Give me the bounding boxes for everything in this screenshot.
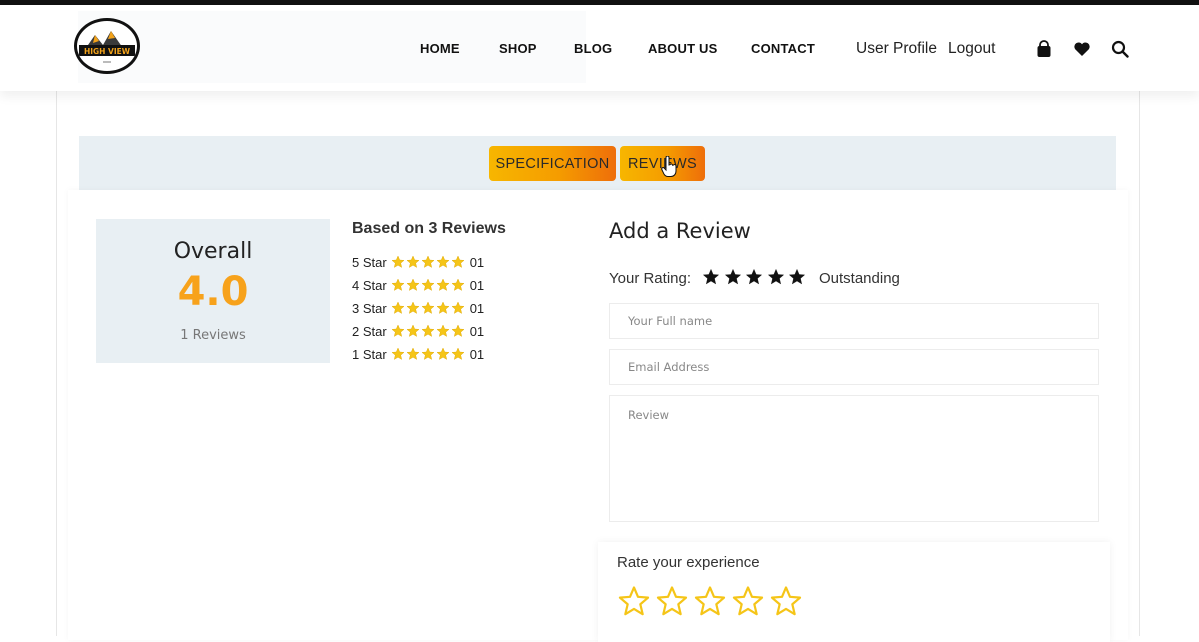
star-icon: [406, 347, 419, 360]
breakdown-row-stars: [391, 347, 466, 361]
star-icon: [406, 301, 419, 314]
breakdown-row-label: 1 Star: [352, 346, 387, 362]
breakdown-row-stars: [391, 255, 466, 269]
star-icon: [421, 255, 434, 268]
tab-specification[interactable]: SPECIFICATION: [489, 146, 616, 181]
breakdown-row-count: 01: [469, 300, 485, 316]
breakdown-row-stars: [391, 301, 466, 315]
star-outline-icon[interactable]: [769, 585, 803, 618]
email-field[interactable]: [609, 349, 1099, 385]
star-icon: [406, 255, 419, 268]
breakdown-row-count: 01: [469, 277, 485, 293]
star-icon: [451, 324, 464, 337]
breakdown-row-stars: [391, 324, 466, 338]
star-icon: [436, 301, 449, 314]
star-outline-icon[interactable]: [617, 585, 651, 618]
breakdown-row: 2 Star 01: [352, 322, 484, 340]
star-icon: [436, 255, 449, 268]
star-icon: [789, 269, 805, 285]
star-icon: [746, 269, 762, 285]
your-rating-label: Your Rating:: [609, 270, 692, 287]
breakdown-row: 1 Star 01: [352, 345, 484, 363]
star-icon: [451, 301, 464, 314]
hand-cursor-icon: [661, 155, 677, 178]
email-input[interactable]: [610, 350, 1098, 384]
star-icon: [451, 278, 464, 291]
review-textarea[interactable]: [610, 396, 1098, 521]
star-outline-icon[interactable]: [693, 585, 727, 618]
star-icon: [703, 269, 719, 285]
breakdown-row-count: 01: [469, 254, 485, 270]
rate-experience-title: Rate your experience: [617, 554, 760, 571]
star-icon: [451, 347, 464, 360]
nav-home[interactable]: HOME: [420, 41, 460, 56]
star-icon: [436, 324, 449, 337]
star-outline-icon[interactable]: [655, 585, 689, 618]
breakdown-row: 3 Star 01: [352, 299, 484, 317]
add-review-title: Add a Review: [609, 219, 751, 243]
breakdown-row-label: 2 Star: [352, 323, 387, 339]
star-icon: [406, 324, 419, 337]
star-icon: [421, 278, 434, 291]
nav-blog[interactable]: BLOG: [574, 41, 612, 56]
logout-link[interactable]: Logout: [948, 40, 995, 58]
star-icon: [391, 324, 404, 337]
star-icon: [421, 301, 434, 314]
nav-shop[interactable]: SHOP: [499, 41, 537, 56]
overall-review-count: 1 Reviews: [180, 328, 246, 343]
nav-contact[interactable]: CONTACT: [751, 41, 815, 56]
nav-about-us[interactable]: ABOUT US: [648, 41, 718, 56]
site-logo[interactable]: HIGH VIEW: [74, 18, 140, 74]
user-profile-link[interactable]: User Profile: [856, 40, 937, 58]
star-icon: [391, 278, 404, 291]
star-icon: [767, 269, 784, 285]
full-name-field[interactable]: [609, 303, 1099, 339]
breakdown-row-label: 4 Star: [352, 277, 387, 293]
search-icon[interactable]: [1111, 40, 1129, 58]
breakdown-row-label: 3 Star: [352, 300, 387, 316]
overall-title: Overall: [173, 239, 253, 264]
breakdown-row-stars: [391, 278, 466, 292]
heart-icon[interactable]: [1073, 40, 1091, 58]
your-rating-stars[interactable]: [702, 268, 810, 286]
star-icon: [391, 255, 404, 268]
star-icon: [436, 347, 449, 360]
star-outline-icon[interactable]: [731, 585, 765, 618]
breakdown-row-count: 01: [469, 323, 485, 339]
full-name-input[interactable]: [610, 304, 1098, 338]
breakdown-title: Based on 3 Reviews: [352, 220, 506, 237]
star-icon: [436, 278, 449, 291]
rating-word: Outstanding: [819, 270, 900, 287]
breakdown-row: 5 Star 01: [352, 253, 484, 271]
overall-score: 4.0: [177, 269, 249, 315]
star-icon: [451, 255, 464, 268]
star-icon: [391, 347, 404, 360]
star-icon: [406, 278, 419, 291]
breakdown-row: 4 Star 01: [352, 276, 484, 294]
star-icon: [391, 301, 404, 314]
star-icon: [421, 347, 434, 360]
breakdown-row-count: 01: [469, 346, 485, 362]
logo-text: HIGH VIEW: [84, 47, 131, 56]
star-icon: [421, 324, 434, 337]
star-icon: [724, 269, 741, 285]
rate-experience-stars[interactable]: [617, 585, 807, 618]
bag-icon[interactable]: [1035, 40, 1053, 58]
site-header: HIGH VIEW HOME SHOP BLOG ABOUT US CONTAC…: [0, 5, 1199, 91]
overall-rating-box: Overall 4.0 1 Reviews: [96, 219, 330, 363]
breakdown-row-label: 5 Star: [352, 254, 387, 270]
review-field[interactable]: [609, 395, 1099, 522]
